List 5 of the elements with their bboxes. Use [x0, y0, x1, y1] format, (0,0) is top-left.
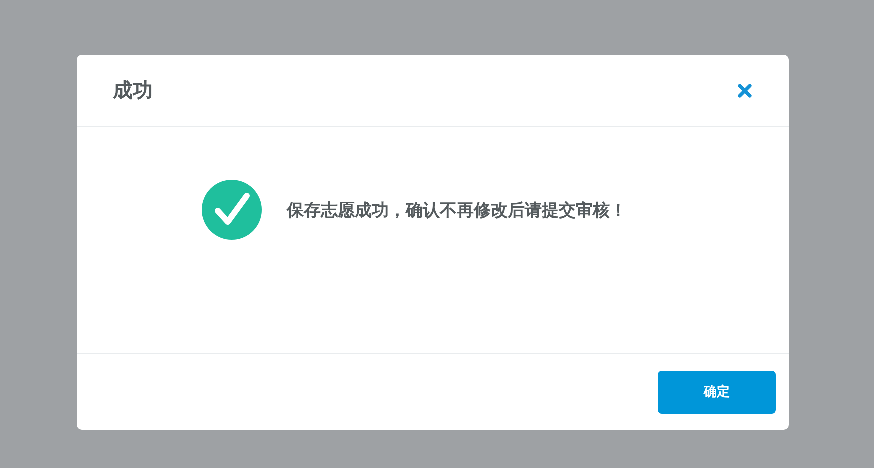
close-icon[interactable] [737, 82, 753, 98]
confirm-button[interactable]: 确定 [658, 370, 776, 414]
check-circle-icon [202, 180, 262, 240]
success-message: 保存志愿成功，确认不再修改后请提交审核！ [287, 200, 627, 222]
dialog-title: 成功 [113, 77, 153, 104]
